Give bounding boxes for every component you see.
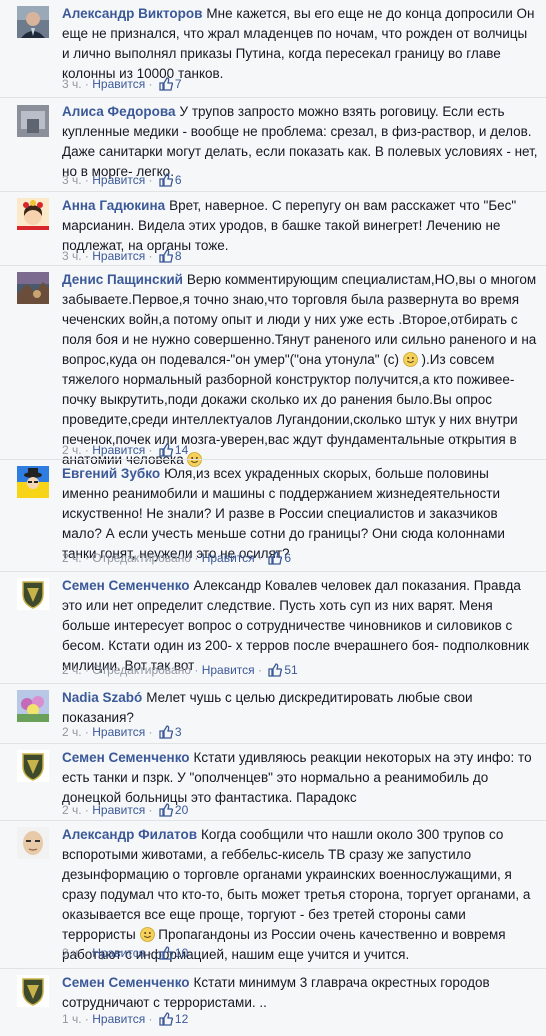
avatar[interactable] <box>17 690 49 722</box>
like-button[interactable]: Нравится <box>92 173 145 187</box>
comment-author[interactable]: Александр Викторов <box>62 6 202 21</box>
comment-meta: 2 ч. · Нравится · 10 <box>62 944 188 965</box>
avatar[interactable] <box>17 6 49 38</box>
like-count[interactable]: 7 <box>175 77 182 91</box>
comment-time[interactable]: 3 ч. <box>62 77 82 91</box>
comment: Nadia Szabó Мелет чушь с целью дискредити… <box>0 683 546 743</box>
like-button[interactable]: Нравится <box>92 77 145 91</box>
comment: Евгений Зубко Юля,из всех украденных скор… <box>0 459 546 571</box>
like-count[interactable]: 51 <box>284 663 297 677</box>
like-thumb-icon <box>159 1012 174 1031</box>
smile-emoji-icon <box>139 927 155 942</box>
battalion-shield-icon <box>17 750 49 782</box>
comment-time[interactable]: 2 ч. <box>62 551 82 565</box>
like-count[interactable]: 6 <box>284 551 291 565</box>
comment: Семен Семенченко Кстати удивляюсь реакции… <box>0 743 546 820</box>
comment-time[interactable]: 2 ч. <box>62 803 82 817</box>
comment: Семен Семенченко Кстати минимум 3 главрач… <box>0 968 546 1036</box>
like-button[interactable]: Нравится <box>202 663 255 677</box>
like-count[interactable]: 3 <box>175 725 182 739</box>
user-photo-flowers-icon <box>17 690 49 722</box>
comment-meta: 3 ч. · Нравится · 7 <box>62 75 182 96</box>
user-photo-interior-icon <box>17 105 49 137</box>
like-button[interactable]: Нравится <box>92 443 145 457</box>
comment-author[interactable]: Семен Семенченко <box>62 975 190 990</box>
comment: Денис Пащинский Верю комментирующим специ… <box>0 265 546 467</box>
comment-author[interactable]: Семен Семенченко <box>62 578 190 593</box>
avatar[interactable] <box>17 466 49 498</box>
smile-emoji-icon <box>402 352 418 367</box>
like-thumb-icon <box>159 77 174 96</box>
comment-time[interactable]: 3 ч. <box>62 249 82 263</box>
like-thumb-icon <box>159 725 174 744</box>
comment: Алиса Федорова У трупов запросто можно вз… <box>0 97 546 191</box>
comment-author[interactable]: Евгений Зубко <box>62 466 160 481</box>
edited-label[interactable]: Отредактировано <box>92 663 191 677</box>
comment-author[interactable]: Алиса Федорова <box>62 104 176 119</box>
like-thumb-icon <box>268 551 283 570</box>
like-count[interactable]: 20 <box>175 803 188 817</box>
like-count[interactable]: 14 <box>175 443 188 457</box>
like-button[interactable]: Нравится <box>92 1012 145 1026</box>
like-button[interactable]: Нравится <box>92 803 145 817</box>
like-count[interactable]: 8 <box>175 249 182 263</box>
like-thumb-icon <box>159 173 174 192</box>
like-button[interactable]: Нравится <box>202 551 255 565</box>
comment-body: Александр Викторов Мне кажется, вы его ещ… <box>62 4 538 84</box>
avatar[interactable] <box>17 578 49 610</box>
comment-meta: 2 ч. · Отредактировано · Нравится · 6 <box>62 549 291 570</box>
comment: Александр Филатов Когда сообщили что нашл… <box>0 820 546 968</box>
comment-time[interactable]: 2 ч. <box>62 946 82 960</box>
comment: Александр Викторов Мне кажется, вы его ещ… <box>0 0 546 97</box>
avatar[interactable] <box>17 827 49 859</box>
like-button[interactable]: Нравится <box>92 725 145 739</box>
comment-meta: 2 ч. · Нравится · 3 <box>62 723 182 744</box>
user-photo-man-suit-icon <box>17 6 49 38</box>
like-count[interactable]: 12 <box>175 1012 188 1026</box>
comment-time[interactable]: 2 ч. <box>62 663 82 677</box>
comment-author[interactable]: Семен Семенченко <box>62 750 190 765</box>
avatar[interactable] <box>17 105 49 137</box>
comment-time[interactable]: 3 ч. <box>62 173 82 187</box>
like-count[interactable]: 10 <box>175 946 188 960</box>
comment-meta: 3 ч. · Нравится · 6 <box>62 171 182 192</box>
comment-author[interactable]: Денис Пащинский <box>62 272 183 287</box>
comment-author[interactable]: Анна Гадюкина <box>62 198 165 213</box>
user-drawing-bald-man-icon <box>17 827 49 859</box>
comment-body: Алиса Федорова У трупов запросто можно вз… <box>62 102 538 182</box>
comment-meta: 2 ч. · Нравится · 20 <box>62 801 188 822</box>
comment-author[interactable]: Александр Филатов <box>62 827 197 842</box>
comment-body: Семен Семенченко Кстати удивляюсь реакции… <box>62 748 538 808</box>
comment-meta: 2 ч. · Отредактировано · Нравится · 51 <box>62 661 298 682</box>
comment-author[interactable]: Nadia Szabó <box>62 690 142 705</box>
like-thumb-icon <box>159 946 174 965</box>
comment-body: Nadia Szabó Мелет чушь с целью дискредити… <box>62 688 538 728</box>
comment-time[interactable]: 1 ч. <box>62 1012 82 1026</box>
edited-label[interactable]: Отредактировано <box>92 551 191 565</box>
comment: Семен Семенченко Александр Ковалев челове… <box>0 571 546 683</box>
like-button[interactable]: Нравится <box>92 946 145 960</box>
comment: Анна Гадюкина Врет, наверное. С перепугу … <box>0 191 546 265</box>
comment-text: Когда сообщили что нашли около 300 трупо… <box>62 827 531 942</box>
comment-time[interactable]: 2 ч. <box>62 443 82 457</box>
like-button[interactable]: Нравится <box>92 249 145 263</box>
battalion-shield-icon <box>17 578 49 610</box>
like-count[interactable]: 6 <box>175 173 182 187</box>
avatar[interactable] <box>17 750 49 782</box>
avatar[interactable] <box>17 975 49 1007</box>
comment-body: Семен Семенченко Кстати минимум 3 главрач… <box>62 973 538 1013</box>
like-thumb-icon <box>268 663 283 682</box>
user-drawing-hat-flag-icon <box>17 466 49 498</box>
user-drawing-woman-wreath-icon <box>17 198 49 230</box>
user-photo-landscape-icon <box>17 272 49 304</box>
battalion-shield-icon <box>17 975 49 1007</box>
comment-time[interactable]: 2 ч. <box>62 725 82 739</box>
avatar[interactable] <box>17 272 49 304</box>
comment-meta: 1 ч. · Нравится · 12 <box>62 1010 188 1031</box>
avatar[interactable] <box>17 198 49 230</box>
comment-body: Денис Пащинский Верю комментирующим специ… <box>62 270 538 470</box>
